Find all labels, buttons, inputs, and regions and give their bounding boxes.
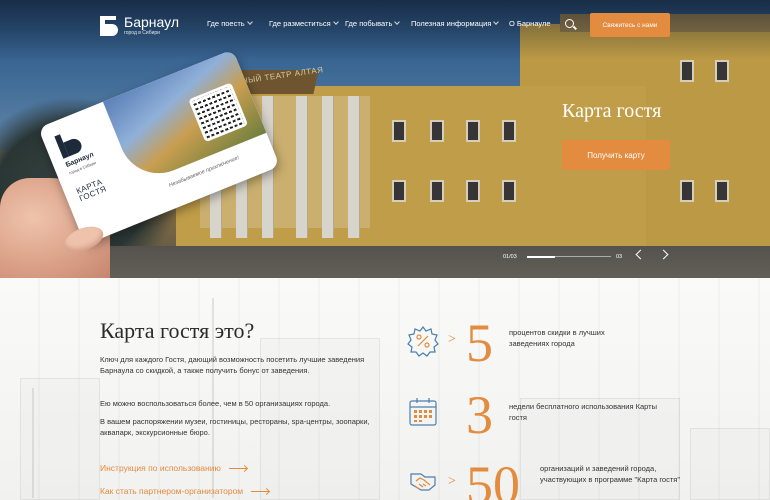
logo-name: Барнаул xyxy=(124,14,179,30)
get-card-button[interactable]: Получить карту xyxy=(562,140,670,170)
slider-total: 03 xyxy=(616,254,623,260)
about-paragraph: Ею можно воспользоваться более, чем в 50… xyxy=(100,399,331,408)
contact-button[interactable]: Свяжитесь с нами xyxy=(590,13,670,37)
nav-item-visit[interactable]: Где побывать xyxy=(345,19,401,28)
stat-text: организаций и заведений города, участвую… xyxy=(540,464,680,484)
site-logo[interactable]: Барнаул город в Сибири xyxy=(100,15,179,36)
stat-text: процентов скидки в лучших заведениях гор… xyxy=(509,328,605,348)
search-icon[interactable] xyxy=(565,19,574,28)
handshake-icon xyxy=(410,473,436,491)
nav-item-about[interactable]: О Барнауле xyxy=(509,19,551,28)
logo-subtitle: город в Сибири xyxy=(124,30,160,36)
greater-than-sign: > xyxy=(448,474,456,489)
nav-item-info[interactable]: Полезная информация xyxy=(411,19,500,28)
hero-title: Карта гостя xyxy=(562,100,662,122)
stat-number: 3 xyxy=(466,385,493,445)
stat-text: недели бесплатного использования Карты г… xyxy=(509,402,657,422)
nav-item-label: Где разместиться xyxy=(269,19,331,28)
greater-than-sign: > xyxy=(448,332,456,347)
nav-item-label: Полезная информация xyxy=(411,19,492,28)
nav-item-eat[interactable]: Где поесть xyxy=(207,19,253,28)
nav-item-label: Где побывать xyxy=(345,19,393,28)
link-label: Инструкция по использованию xyxy=(100,463,221,473)
logo-mark-icon xyxy=(100,15,118,36)
nav-item-label: Где поесть xyxy=(207,19,245,28)
nav-item-stay[interactable]: Где разместиться xyxy=(269,19,339,28)
slider-current: 01/03 xyxy=(503,254,517,260)
chevron-down-icon xyxy=(493,19,500,25)
percent-badge-icon xyxy=(407,326,439,357)
card-logo-icon xyxy=(54,128,83,158)
calendar-icon xyxy=(409,398,437,426)
stat-number: 5 xyxy=(466,313,493,373)
about-paragraph: Ключ для каждого Гостя, дающий возможнос… xyxy=(100,355,365,375)
chevron-down-icon xyxy=(394,19,401,25)
link-label: Как стать партнером-организатором xyxy=(100,486,244,496)
section-title: Карта гостя это? xyxy=(100,318,255,343)
chevron-down-icon xyxy=(246,19,253,25)
chevron-down-icon xyxy=(332,19,339,25)
arrow-right-icon xyxy=(228,467,247,469)
slider-progress-fill xyxy=(527,255,555,258)
nav-item-label: О Барнауле xyxy=(509,19,551,28)
stat-number: 50 xyxy=(466,455,520,500)
about-paragraph: В вашем распоряжении музеи, гостиницы, р… xyxy=(100,417,370,437)
card-guest-label: КАРТА ГОСТЯ xyxy=(74,177,108,204)
arrow-right-icon xyxy=(251,490,270,492)
instruction-link[interactable]: Инструкция по использованию xyxy=(100,463,247,473)
partner-link[interactable]: Как стать партнером-организатором xyxy=(100,486,270,496)
